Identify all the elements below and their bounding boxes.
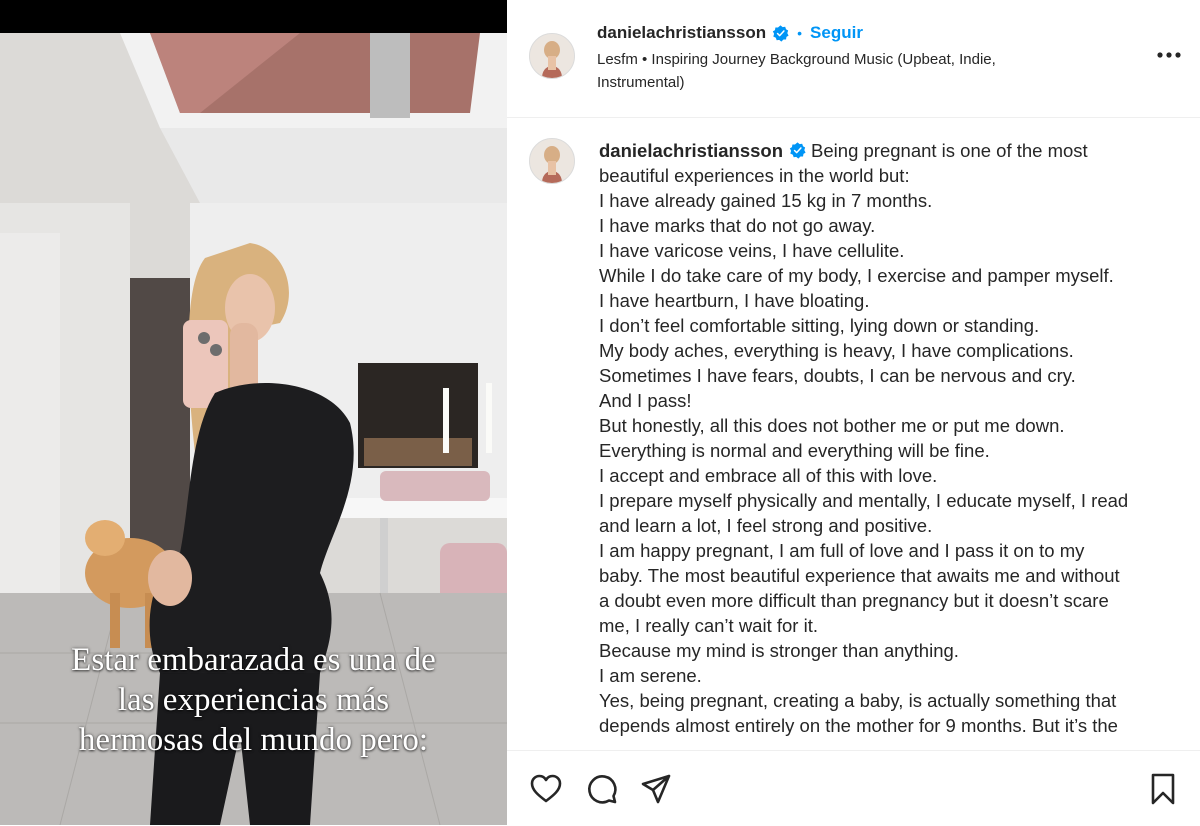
header-title-row: danielachristiansson • Seguir — [597, 21, 863, 45]
avatar-image — [530, 34, 574, 78]
caption-line: me, I really can’t wait for it. — [599, 615, 818, 636]
verified-badge-icon — [789, 142, 806, 159]
caption-line: I prepare myself physically and mentally… — [599, 490, 1129, 511]
bookmark-icon[interactable] — [1146, 772, 1180, 806]
caption-line: I have already gained 15 kg in 7 months. — [599, 190, 933, 211]
caption-line: I have varicose veins, I have cellulite. — [599, 240, 905, 261]
comment-bubble-icon[interactable] — [585, 772, 619, 806]
caption-line: And I pass! — [599, 390, 692, 411]
caption-line: Being pregnant is one of the most — [811, 140, 1088, 161]
caption-line: While I do take care of my body, I exerc… — [599, 265, 1114, 286]
post-details-panel: danielachristiansson • Seguir Lesfm • In… — [507, 0, 1200, 825]
caption-line: I don’t feel comfortable sitting, lying … — [599, 315, 1040, 336]
caption-line: Because my mind is stronger than anythin… — [599, 640, 959, 661]
separator-dot: • — [797, 25, 803, 41]
caption-line: Yes, being pregnant, creating a baby, is… — [599, 690, 1117, 711]
audio-track-link[interactable]: Lesfm • Inspiring Journey Background Mus… — [597, 48, 1067, 94]
post-caption: danielachristiansson Being pregnant is on… — [599, 138, 1164, 738]
post-media[interactable]: Estar embarazada es una de las experienc… — [0, 0, 507, 825]
overlay-line: las experiencias más — [117, 682, 390, 718]
caption-line: depends almost entirely on the mother fo… — [599, 715, 1118, 736]
caption-line: a doubt even more difficult than pregnan… — [599, 590, 1109, 611]
caption-username-link[interactable]: danielachristiansson — [599, 140, 783, 161]
username-link[interactable]: danielachristiansson — [597, 23, 766, 43]
avatar-image — [530, 139, 574, 183]
media-top-bar — [0, 0, 507, 33]
overlay-line: Estar embarazada es una de — [71, 642, 436, 678]
caption-line: baby. The most beautiful experience that… — [599, 565, 1120, 586]
caption-line: I accept and embrace all of this with lo… — [599, 465, 938, 486]
avatar[interactable] — [529, 33, 575, 79]
caption-line: I have heartburn, I have bloating. — [599, 290, 870, 311]
caption-line: and learn a lot, I feel strong and posit… — [599, 515, 933, 536]
more-options-icon[interactable] — [1154, 44, 1184, 66]
caption-first-line: danielachristiansson Being pregnant is on… — [599, 138, 1164, 163]
caption-line: I am serene. — [599, 665, 702, 686]
post-header: danielachristiansson • Seguir Lesfm • In… — [507, 0, 1200, 118]
caption-line: I have marks that do not go away. — [599, 215, 876, 236]
caption-line: I am happy pregnant, I am full of love a… — [599, 540, 1085, 561]
overlay-line: hermosas del mundo pero: — [78, 722, 429, 758]
caption-line: Everything is normal and everything will… — [599, 440, 990, 461]
media-text-overlay: Estar embarazada es una de las experienc… — [0, 640, 507, 760]
caption-line: But honestly, all this does not bother m… — [599, 415, 1065, 436]
paper-plane-icon[interactable] — [639, 772, 673, 806]
caption-line: My body aches, everything is heavy, I ha… — [599, 340, 1074, 361]
caption-line: beautiful experiences in the world but: — [599, 165, 910, 186]
follow-button[interactable]: Seguir — [810, 23, 863, 43]
verified-badge-icon — [772, 24, 789, 42]
comments-section[interactable]: danielachristiansson Being pregnant is on… — [507, 118, 1200, 750]
heart-icon[interactable] — [529, 772, 563, 806]
caption-line: Sometimes I have fears, doubts, I can be… — [599, 365, 1076, 386]
post-actions-bar — [507, 750, 1200, 826]
caption-avatar[interactable] — [529, 138, 575, 184]
